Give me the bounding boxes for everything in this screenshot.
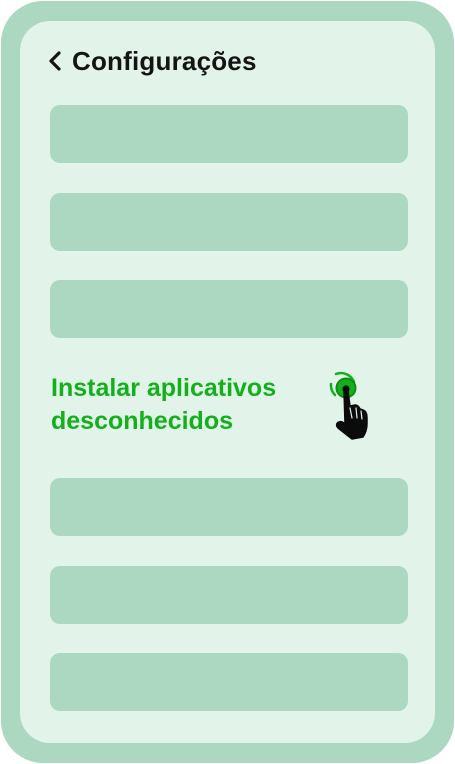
settings-row-placeholder[interactable] <box>50 478 408 536</box>
page-title: Configurações <box>72 45 257 76</box>
hand-tap-icon <box>329 371 368 440</box>
settings-row-placeholder[interactable] <box>50 193 408 251</box>
chevron-left-icon[interactable] <box>48 51 62 71</box>
settings-screen: Configurações Instalar aplicativos desco… <box>20 21 435 743</box>
settings-row-placeholder[interactable] <box>50 566 408 624</box>
phone-frame: Configurações Instalar aplicativos desco… <box>1 1 454 763</box>
settings-row-placeholder[interactable] <box>50 653 408 711</box>
header: Configurações <box>48 43 257 79</box>
settings-item-label: Instalar aplicativos desconhecidos <box>51 374 277 435</box>
settings-row-placeholder[interactable] <box>50 280 408 338</box>
settings-row-placeholder[interactable] <box>50 105 408 163</box>
